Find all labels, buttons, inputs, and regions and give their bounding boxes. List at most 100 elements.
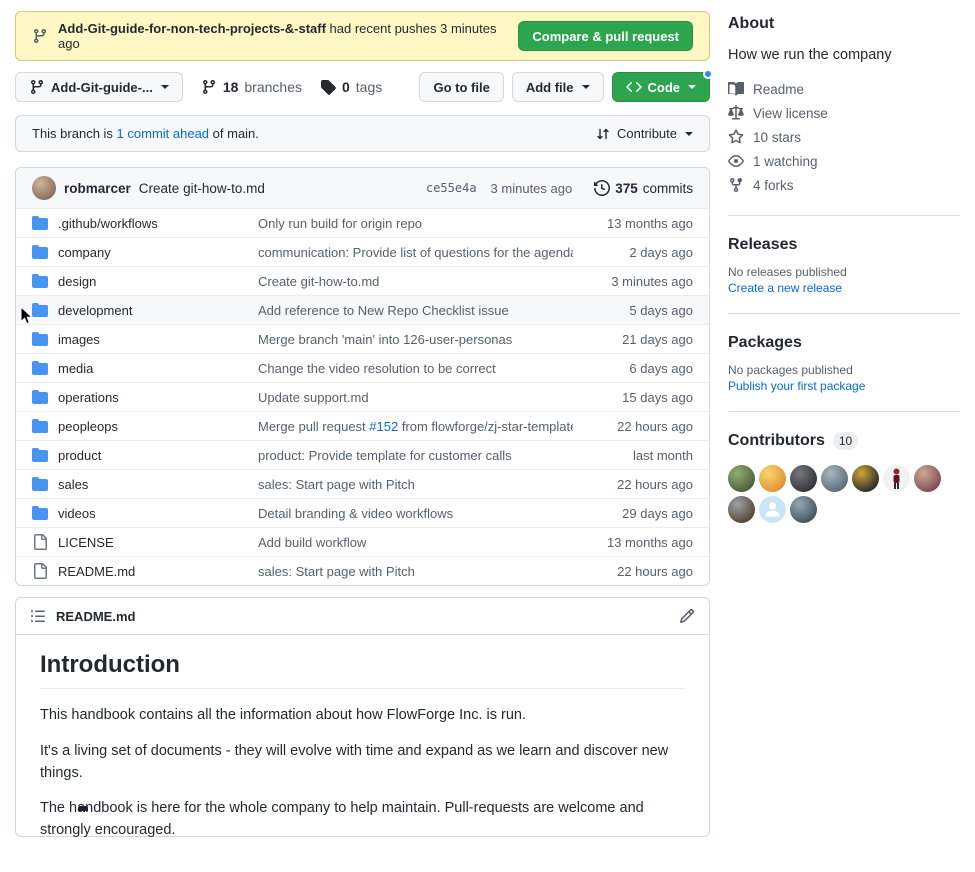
file-row[interactable]: development Add reference to New Repo Ch… bbox=[16, 295, 709, 324]
contributor-avatar[interactable] bbox=[852, 465, 879, 492]
row-commit-message[interactable]: Add build workflow bbox=[258, 535, 573, 550]
contributor-avatar[interactable] bbox=[728, 465, 755, 492]
contribute-button[interactable]: Contribute bbox=[595, 126, 693, 142]
folder-icon bbox=[32, 360, 48, 376]
commit-age[interactable]: 5 days ago bbox=[573, 303, 693, 318]
commit-sha[interactable]: ce55e4a bbox=[426, 181, 477, 195]
row-commit-message[interactable]: sales: Start page with Pitch bbox=[258, 564, 573, 579]
row-commit-message[interactable]: Update support.md bbox=[258, 390, 573, 405]
edit-pencil-icon[interactable] bbox=[679, 608, 695, 624]
contributor-avatar[interactable] bbox=[759, 465, 786, 492]
readme-link[interactable]: Readme bbox=[728, 77, 960, 101]
commit-age[interactable]: 21 days ago bbox=[573, 332, 693, 347]
contributors-avatars bbox=[728, 465, 948, 523]
commit-message[interactable]: Create git-how-to.md bbox=[139, 181, 265, 196]
file-row[interactable]: .github/workflows Only run build for ori… bbox=[16, 208, 709, 237]
row-commit-message[interactable]: Change the video resolution to be correc… bbox=[258, 361, 573, 376]
file-name[interactable]: development bbox=[58, 303, 258, 318]
commit-age[interactable]: 6 days ago bbox=[573, 361, 693, 376]
contributors-section: Contributors 10 bbox=[728, 432, 960, 523]
contributor-avatar[interactable] bbox=[790, 465, 817, 492]
commit-age[interactable]: last month bbox=[573, 448, 693, 463]
commit-age[interactable]: 3 minutes ago bbox=[573, 274, 693, 289]
stars-link[interactable]: 10 stars bbox=[728, 125, 960, 149]
branches-link[interactable]: 18 branches bbox=[201, 79, 302, 95]
file-row[interactable]: product product: Provide template for cu… bbox=[16, 440, 709, 469]
forks-link[interactable]: 4 forks bbox=[728, 173, 960, 197]
file-row[interactable]: LICENSE Add build workflow 13 months ago bbox=[16, 527, 709, 556]
file-name[interactable]: videos bbox=[58, 506, 258, 521]
view-license-link[interactable]: View license bbox=[728, 101, 960, 125]
watching-link[interactable]: 1 watching bbox=[728, 149, 960, 173]
commit-age[interactable]: 22 hours ago bbox=[573, 419, 693, 434]
book-icon bbox=[728, 81, 744, 97]
file-name[interactable]: README.md bbox=[58, 564, 258, 579]
commit-ahead-link[interactable]: 1 commit ahead bbox=[117, 126, 210, 141]
row-commit-message[interactable]: Merge branch 'main' into 126-user-person… bbox=[258, 332, 573, 347]
commit-age[interactable]: 2 days ago bbox=[573, 245, 693, 260]
git-branch-icon bbox=[32, 28, 48, 44]
contributor-avatar[interactable] bbox=[728, 496, 755, 523]
contributor-avatar[interactable] bbox=[790, 496, 817, 523]
row-commit-message[interactable]: Create git-how-to.md bbox=[258, 274, 573, 289]
file-row[interactable]: videos Detail branding & video workflows… bbox=[16, 498, 709, 527]
tags-link[interactable]: 0 tags bbox=[320, 79, 382, 95]
branch-status-text: This branch is bbox=[32, 126, 117, 141]
list-unordered-icon[interactable] bbox=[30, 608, 46, 624]
commit-author-avatar[interactable] bbox=[32, 176, 56, 200]
go-to-file-button[interactable]: Go to file bbox=[419, 72, 503, 102]
commit-author-name[interactable]: robmarcer bbox=[64, 181, 131, 196]
file-name[interactable]: company bbox=[58, 245, 258, 260]
row-commit-message[interactable]: Only run build for origin repo bbox=[258, 216, 573, 231]
create-release-link[interactable]: Create a new release bbox=[728, 281, 842, 295]
file-name[interactable]: .github/workflows bbox=[58, 216, 258, 231]
row-commit-message[interactable]: communication: Provide list of questions… bbox=[258, 245, 573, 260]
file-icon bbox=[32, 563, 48, 579]
file-row[interactable]: company communication: Provide list of q… bbox=[16, 237, 709, 266]
readme-content: Introduction This handbook contains all … bbox=[16, 635, 709, 872]
commit-history-link[interactable]: 375 commits bbox=[594, 180, 693, 196]
branch-selector-button[interactable]: Add-Git-guide-... bbox=[15, 72, 183, 102]
file-name[interactable]: peopleops bbox=[58, 419, 258, 434]
file-row[interactable]: README.md sales: Start page with Pitch 2… bbox=[16, 556, 709, 585]
code-button[interactable]: Code bbox=[612, 72, 711, 102]
contributor-avatar[interactable] bbox=[821, 465, 848, 492]
file-name[interactable]: product bbox=[58, 448, 258, 463]
file-row[interactable]: sales sales: Start page with Pitch 22 ho… bbox=[16, 469, 709, 498]
commit-age[interactable]: 13 months ago bbox=[573, 535, 693, 550]
file-row[interactable]: images Merge branch 'main' into 126-user… bbox=[16, 324, 709, 353]
main-column: Add-Git-guide-for-non-tech-projects-&-st… bbox=[15, 0, 710, 837]
repo-controls-row: Add-Git-guide-... 18 branches 0 tags Go … bbox=[15, 72, 710, 102]
commit-age[interactable]: 15 days ago bbox=[573, 390, 693, 405]
commit-age[interactable]: 22 hours ago bbox=[573, 564, 693, 579]
publish-package-link[interactable]: Publish your first package bbox=[728, 379, 865, 393]
file-name[interactable]: images bbox=[58, 332, 258, 347]
file-row[interactable]: operations Update support.md 15 days ago bbox=[16, 382, 709, 411]
folder-icon bbox=[32, 418, 48, 434]
file-name[interactable]: sales bbox=[58, 477, 258, 492]
file-row[interactable]: peopleops Merge pull request #152 from f… bbox=[16, 411, 709, 440]
add-file-button[interactable]: Add file bbox=[512, 72, 604, 102]
file-name[interactable]: operations bbox=[58, 390, 258, 405]
file-row[interactable]: media Change the video resolution to be … bbox=[16, 353, 709, 382]
row-commit-message[interactable]: sales: Start page with Pitch bbox=[258, 477, 573, 492]
commit-age[interactable]: 13 months ago bbox=[573, 216, 693, 231]
commit-age[interactable]: 22 hours ago bbox=[573, 477, 693, 492]
row-commit-message[interactable]: Detail branding & video workflows bbox=[258, 506, 573, 521]
compare-pull-request-button[interactable]: Compare & pull request bbox=[518, 21, 693, 51]
file-row[interactable]: design Create git-how-to.md 3 minutes ag… bbox=[16, 266, 709, 295]
file-name[interactable]: LICENSE bbox=[58, 535, 258, 550]
commit-age[interactable]: 29 days ago bbox=[573, 506, 693, 521]
row-commit-message[interactable]: product: Provide template for customer c… bbox=[258, 448, 573, 463]
row-commit-message[interactable]: Add reference to New Repo Checklist issu… bbox=[258, 303, 573, 318]
row-commit-message[interactable]: Merge pull request #152 from flowforge/z… bbox=[258, 419, 573, 434]
file-table: .github/workflows Only run build for ori… bbox=[16, 208, 709, 585]
issue-link[interactable]: #152 bbox=[369, 419, 398, 434]
file-name[interactable]: media bbox=[58, 361, 258, 376]
file-name[interactable]: design bbox=[58, 274, 258, 289]
branches-label: branches bbox=[244, 79, 302, 95]
contributor-avatar[interactable] bbox=[883, 465, 910, 492]
banner-text: Add-Git-guide-for-non-tech-projects-&-st… bbox=[58, 21, 498, 51]
contributor-avatar[interactable] bbox=[759, 496, 786, 523]
contributor-avatar[interactable] bbox=[914, 465, 941, 492]
